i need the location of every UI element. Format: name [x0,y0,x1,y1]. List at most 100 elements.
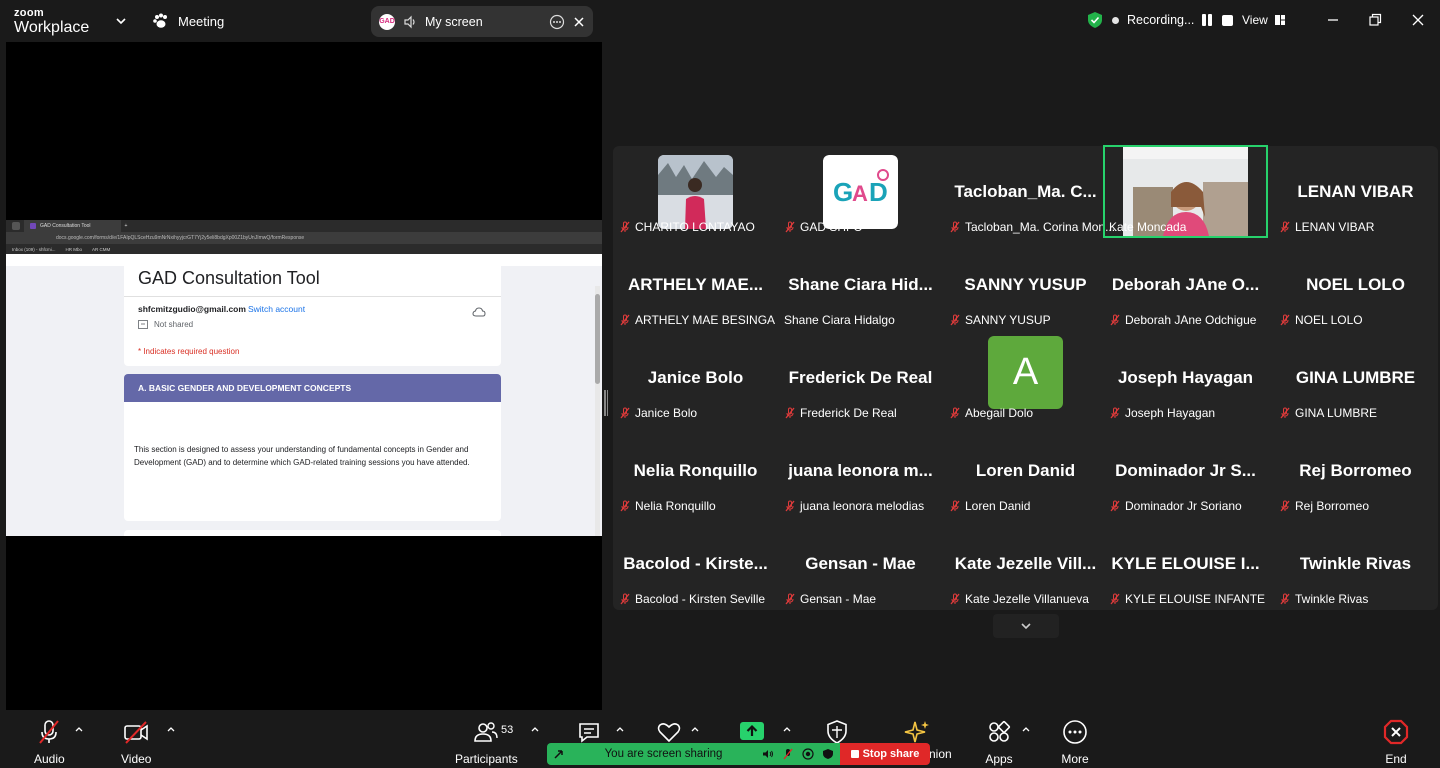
meeting-menu[interactable]: Meeting [152,13,224,29]
heart-icon [657,723,681,743]
shared-browser-window: GAD Consultation Tool + docs.google.com/… [6,220,602,536]
audio-button[interactable]: Audio [34,718,65,766]
close-icon[interactable] [573,16,585,28]
close-window-icon[interactable] [1408,10,1428,30]
host-tools-button[interactable] [823,718,851,746]
more-button[interactable]: More [1061,718,1089,766]
participant-tile[interactable]: Deborah JAne O... Deborah JAne Odchigue [1103,239,1268,332]
more-options-icon[interactable] [549,14,565,30]
participant-tile[interactable]: Kate Moncada [1103,145,1268,238]
restore-icon[interactable] [1365,10,1385,30]
account-email: shfcmitzgudio@gmail.com Switch account [138,304,306,314]
security-shield-icon[interactable] [1086,11,1104,29]
view-button[interactable]: View [1242,13,1286,27]
participant-tile[interactable]: juana leonora m... juana leonora melodias [778,425,943,518]
participant-tile[interactable]: ARTHELY MAE... ARTHELY MAE BESINGA [613,239,778,332]
reactions-caret-icon[interactable] [690,724,700,734]
participant-tile[interactable]: CHARITO LONTAYAO [613,146,778,239]
microphone-muted-icon [39,720,60,744]
chevron-down-icon [1021,623,1031,630]
participant-tile[interactable]: Janice Bolo Janice Bolo [613,332,778,425]
mic-muted-icon [1280,314,1290,326]
share-screen-button[interactable] [738,718,766,746]
participant-name-label: Nelia Ronquillo [619,499,716,513]
participant-tile[interactable]: NOEL LOLO NOEL LOLO [1273,239,1438,332]
mic-muted-icon [1280,593,1290,605]
participant-tile[interactable]: Rej Borromeo Rej Borromeo [1273,425,1438,518]
video-button[interactable]: Video [121,718,151,766]
drag-handle-icon[interactable] [553,748,565,760]
participant-name-label: KYLE ELOUISE INFANTE [1109,592,1265,606]
participant-tile[interactable]: Loren Danid Loren Danid [943,425,1108,518]
apps-caret-icon[interactable] [1021,724,1031,734]
participant-name-label: CHARITO LONTAYAO [619,220,755,234]
chat-caret-icon[interactable] [615,724,625,734]
minimize-icon[interactable] [1323,10,1343,30]
reactions-button[interactable] [655,718,683,746]
recording-dot-icon [1112,16,1119,24]
participant-tile[interactable]: Dominador Jr S... Dominador Jr Soriano [1103,425,1268,518]
participant-display-name: Twinkle Rivas [1299,554,1412,573]
apps-button[interactable]: Apps [985,718,1013,766]
share-screen-icon [740,722,764,740]
participant-tile[interactable]: Bacolod - Kirste... Bacolod - Kirsten Sev… [613,518,778,611]
chevron-down-icon[interactable] [114,14,128,28]
participant-name-label: juana leonora melodias [784,499,924,513]
shield-icon [827,720,847,744]
participants-caret-icon[interactable] [530,724,540,734]
participant-tile[interactable]: Kate Jezelle Vill... Kate Jezelle Villanu… [943,518,1108,611]
stop-recording-icon[interactable] [1222,14,1234,26]
speaker-icon[interactable] [403,15,417,29]
participant-tile[interactable]: Twinkle Rivas Twinkle Rivas [1273,518,1438,611]
my-screen-label: My screen [425,14,483,29]
participant-name-label: Deborah JAne Odchigue [1109,313,1256,327]
panel-resize-handle[interactable] [604,390,608,416]
share-caret-icon[interactable] [782,724,792,734]
participant-tile[interactable]: SANNY YUSUP SANNY YUSUP [943,239,1108,332]
new-tab-icon: + [124,223,128,229]
gallery-scroll-down-button[interactable] [993,614,1059,638]
meeting-label: Meeting [178,13,225,29]
participant-name-label: Kate Moncada [1109,220,1187,234]
mic-muted-icon [950,407,960,419]
mic-muted-icon [1280,500,1290,512]
participant-tile[interactable]: Gensan - Mae Gensan - Mae [778,518,943,611]
stop-share-button[interactable]: Stop share [840,743,930,765]
participant-tile[interactable]: Nelia Ronquillo Nelia Ronquillo [613,425,778,518]
view-label: View [1242,13,1268,27]
security-small-icon[interactable] [822,748,834,760]
recording-label: Recording... [1127,13,1195,27]
ai-companion-label: nion [929,747,952,761]
participant-tile[interactable]: Joseph Hayagan Joseph Hayagan [1103,332,1268,425]
mic-muted-icon [620,593,630,605]
sharing-status-text: You are screen sharing [604,748,723,760]
screen-sharing-bar[interactable]: You are screen sharing [547,743,840,765]
participant-tile[interactable]: KYLE ELOUISE I... KYLE ELOUISE INFANTE [1103,518,1268,611]
ai-companion-button[interactable] [903,718,931,746]
share-audio-icon[interactable] [762,748,774,760]
participant-tile[interactable]: A Abegail Dolo [943,332,1108,425]
participant-display-name: NOEL LOLO [1306,275,1405,294]
end-meeting-button[interactable]: End [1382,718,1410,766]
participant-tile[interactable]: Shane Ciara Hid... Shane Ciara Hidalgo [778,239,943,332]
audio-options-caret-icon[interactable] [74,724,84,734]
video-options-caret-icon[interactable] [166,724,176,734]
participant-tile[interactable]: Tacloban_Ma. C... Tacloban_Ma. Corina Mon… [943,146,1115,239]
mic-muted-small-icon[interactable] [782,748,794,760]
participant-tile[interactable]: GINA LUMBRE GINA LUMBRE [1273,332,1438,425]
participant-tile[interactable]: LENAN VIBAR LENAN VIBAR [1273,146,1438,239]
zoom-meeting-window: zoom Workplace Meeting GAD My screen Rec… [0,0,1440,768]
video-camera-off-icon [124,721,149,744]
pause-recording-icon[interactable] [1202,14,1214,26]
participant-name-label: Twinkle Rivas [1279,592,1368,606]
participant-tile[interactable]: Frederick De Real Frederick De Real [778,332,943,425]
chat-button[interactable] [575,718,603,746]
not-shared-status: Not shared [138,320,193,329]
participant-tile[interactable]: G A D GAD SHFC [778,146,943,239]
participant-display-name: LENAN VIBAR [1297,182,1414,201]
participant-name-label: Kate Jezelle Villanueva [949,592,1089,606]
my-screen-pill[interactable]: GAD My screen [371,6,593,37]
end-call-icon [1383,719,1409,745]
record-small-icon[interactable] [802,748,814,760]
participant-avatar: A [988,336,1063,409]
